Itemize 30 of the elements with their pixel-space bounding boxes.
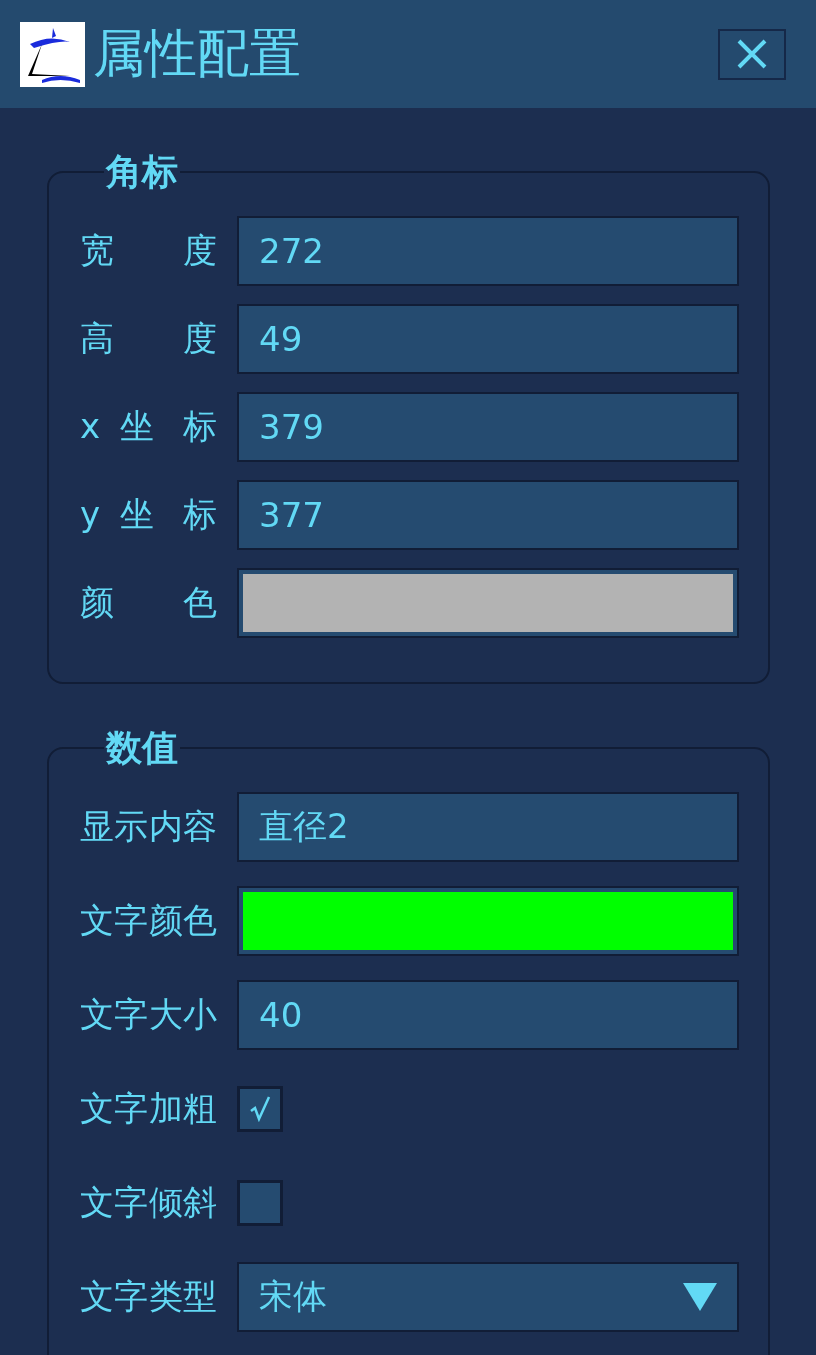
checkbox[interactable]	[237, 1086, 283, 1132]
dropdown[interactable]: 宋体	[237, 1262, 739, 1332]
color-field[interactable]	[237, 886, 739, 956]
field-label: 文字倾斜	[80, 1181, 217, 1224]
color-field[interactable]	[237, 568, 739, 638]
close-button[interactable]	[718, 28, 786, 80]
input-field[interactable]: 272	[237, 216, 739, 286]
input-field[interactable]: 49	[237, 304, 739, 374]
input-field[interactable]: 40	[237, 980, 739, 1050]
field-label: 显示内容	[80, 805, 217, 848]
section-title: 角标	[104, 150, 179, 194]
close-icon	[737, 39, 767, 69]
dropdown-arrow-icon	[683, 1283, 717, 1311]
input-field[interactable]: 379	[237, 392, 739, 462]
field-label: y 坐 标	[80, 493, 217, 536]
field-label: 颜 色	[80, 581, 217, 624]
field-label: 文字颜色	[80, 899, 217, 942]
field-label: 文字大小	[80, 993, 217, 1036]
checkbox[interactable]	[237, 1180, 283, 1226]
field-label: x 坐 标	[80, 405, 217, 448]
field-label: 宽 度	[80, 229, 217, 272]
input-field[interactable]: 直径2	[237, 792, 739, 862]
section-title: 数值	[104, 726, 179, 770]
field-label: 文字类型	[80, 1275, 217, 1318]
dropdown-value: 宋体	[259, 1275, 327, 1318]
window-title: 属性配置	[93, 22, 302, 85]
check-icon	[249, 1096, 271, 1122]
field-label: 文字加粗	[80, 1087, 217, 1130]
input-field[interactable]: 377	[237, 480, 739, 550]
field-label: 高 度	[80, 317, 217, 360]
